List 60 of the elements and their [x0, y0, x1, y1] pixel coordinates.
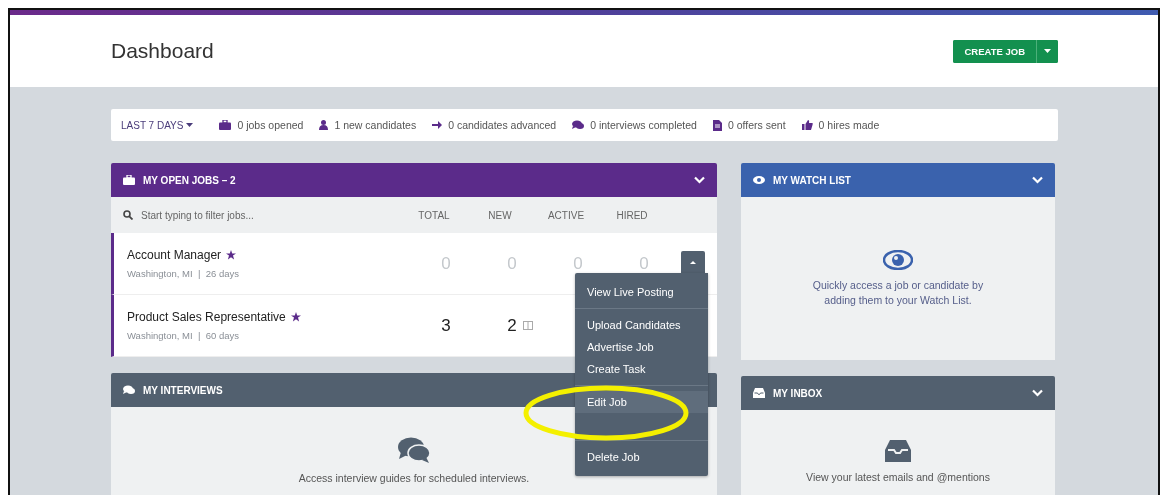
- job-location: Washington, MI | 60 days: [127, 330, 240, 341]
- menu-item[interactable]: Edit Job: [575, 391, 708, 413]
- job-title[interactable]: Account Manager: [127, 248, 222, 262]
- panel-title: MY INTERVIEWS: [143, 384, 223, 396]
- chevron-down-icon: [694, 176, 705, 184]
- filter-input[interactable]: Start typing to filter jobs...: [139, 208, 343, 222]
- stat-text: 0 interviews completed: [590, 119, 697, 131]
- date-range-dropdown[interactable]: LAST 7 DAYS: [121, 119, 194, 131]
- collapse-button[interactable]: [1032, 389, 1043, 397]
- menu-item[interactable]: Delete Job: [575, 446, 708, 468]
- inbox-tray-icon: [753, 388, 765, 398]
- stat-text: 1 new candidates: [334, 119, 417, 131]
- column-header: NEW: [487, 209, 513, 221]
- job-title[interactable]: Product Sales Representative: [127, 310, 286, 324]
- create-job-button[interactable]: CREATE JOB: [953, 39, 1037, 63]
- page-title: Dashboard: [111, 39, 214, 63]
- caret-up-icon: [690, 260, 696, 264]
- search-icon: [123, 210, 133, 220]
- panel-title: MY INBOX: [773, 387, 823, 399]
- user-icon: [319, 120, 329, 130]
- panel-title: MY OPEN JOBS – 2: [143, 174, 236, 186]
- column-header: HIRED: [615, 209, 649, 221]
- count-value: 3: [441, 315, 451, 335]
- caret-icon: [1044, 49, 1051, 53]
- count-value: 0: [639, 253, 649, 273]
- chevron-down-icon: [1032, 389, 1043, 397]
- chat-bubbles-icon: [123, 385, 135, 395]
- caret-icon: [186, 123, 194, 127]
- count-value: 2: [507, 315, 517, 335]
- thumbs-up-icon: [801, 120, 813, 130]
- menu-item[interactable]: View Live Posting: [575, 281, 708, 303]
- briefcase-icon: [219, 120, 232, 130]
- eye-icon: [883, 249, 913, 270]
- column-header: TOTAL: [417, 209, 451, 221]
- job-location: Washington, MI | 26 days: [127, 268, 240, 279]
- eye-icon: [753, 176, 765, 184]
- inbox-tray-icon: [885, 440, 911, 462]
- count-value: 0: [573, 253, 583, 273]
- briefcase-icon: [123, 175, 135, 185]
- panel-title: MY WATCH LIST: [773, 174, 851, 186]
- stat-text: 0 candidates advanced: [448, 119, 557, 131]
- stat-text: 0 offers sent: [727, 119, 786, 131]
- chevron-down-icon: [1032, 176, 1043, 184]
- empty-state-text: View your latest emails and @mentions: [806, 470, 990, 485]
- chat-bubbles-icon: [572, 120, 585, 130]
- collapse-button[interactable]: [1032, 176, 1043, 184]
- empty-state-text: Quickly access a job or candidate by adding them to your Watch List.: [811, 277, 985, 308]
- collapse-button[interactable]: [694, 176, 705, 184]
- count-value: 0: [507, 253, 517, 273]
- arrow-right-icon: [432, 120, 443, 130]
- document-icon: [712, 119, 722, 131]
- count-value: 0: [441, 253, 451, 273]
- menu-item[interactable]: Advertise Job: [575, 336, 708, 358]
- column-header: ACTIVE: [546, 209, 586, 221]
- stat-text: 0 hires made: [818, 119, 880, 131]
- menu-item[interactable]: Upload Candidates: [575, 314, 708, 336]
- stat-text: 0 jobs opened: [237, 119, 304, 131]
- menu-item[interactable]: Create Task: [575, 358, 708, 380]
- menu-toggle-button[interactable]: [681, 251, 705, 273]
- chat-bubbles-icon: [398, 437, 430, 463]
